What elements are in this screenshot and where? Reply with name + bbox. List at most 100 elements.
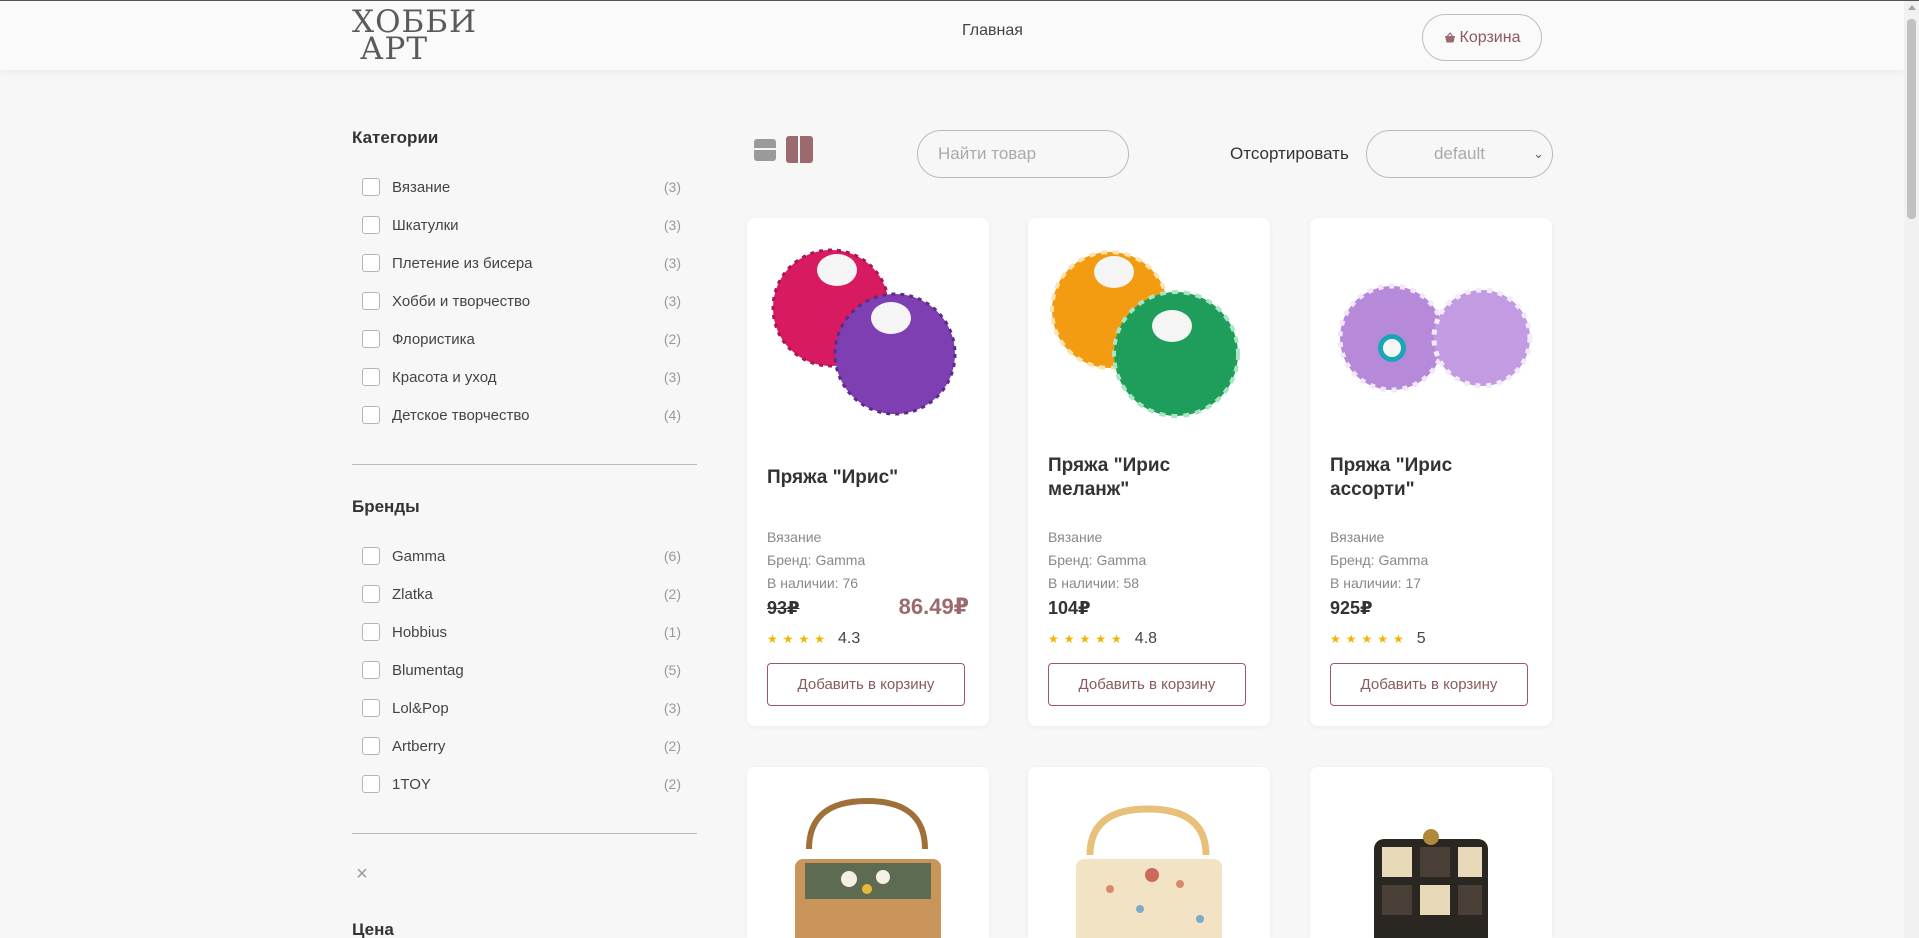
sort-select[interactable]: default ⌄: [1366, 130, 1553, 178]
category-label: Шкатулки: [392, 216, 459, 234]
category-count: (3): [663, 217, 681, 233]
search-input[interactable]: [917, 130, 1129, 178]
brand-label: Hobbius: [392, 623, 448, 641]
basket-icon: [1444, 32, 1455, 43]
brand-item-gamma[interactable]: Gamma (6): [352, 537, 697, 575]
brand-count: (2): [663, 776, 681, 792]
chevron-down-icon: ⌄: [1533, 146, 1544, 161]
add-to-cart-button[interactable]: Добавить в корзину: [1048, 663, 1246, 706]
product-image-dark-box[interactable]: [1322, 779, 1540, 938]
scroll-thumb[interactable]: [1907, 19, 1916, 219]
category-checkbox[interactable]: [362, 254, 380, 272]
category-label: Флористика: [392, 330, 475, 348]
category-item-beading[interactable]: Плетение из бисера (3): [352, 244, 697, 282]
grid-view-icon[interactable]: [786, 136, 813, 163]
category-checkbox[interactable]: [362, 292, 380, 310]
product-brand: Бренд: Gamma: [1330, 552, 1429, 568]
product-title[interactable]: Пряжа "Ирис": [767, 466, 972, 490]
category-checkbox[interactable]: [362, 216, 380, 234]
product-card[interactable]: [1310, 767, 1552, 938]
category-count: (3): [663, 369, 681, 385]
product-image-yarn-pink-purple[interactable]: [759, 230, 977, 430]
rating-value: 5: [1416, 630, 1426, 647]
star-rating-icon: ★★★★★: [1048, 632, 1127, 646]
product-stock: В наличии: 58: [1048, 575, 1140, 591]
brand-item-lolpop[interactable]: Lol&Pop (3): [352, 689, 697, 727]
product-stock: В наличии: 76: [767, 575, 859, 591]
brand-label: Blumentag: [392, 661, 464, 679]
category-item-floristry[interactable]: Флористика (2): [352, 320, 697, 358]
cart-label: Корзина: [1459, 28, 1521, 46]
product-card[interactable]: [747, 767, 989, 938]
product-sale-price: 86.49₽: [898, 594, 969, 619]
product-category: Вязание: [767, 529, 822, 545]
add-to-cart-button[interactable]: Добавить в корзину: [767, 663, 965, 706]
brand-checkbox[interactable]: [362, 775, 380, 793]
brand-checkbox[interactable]: [362, 661, 380, 679]
brand-item-hobbius[interactable]: Hobbius (1): [352, 613, 697, 651]
page-scrollbar[interactable]: [1904, 1, 1919, 938]
category-item-kids[interactable]: Детское творчество (4): [352, 396, 697, 434]
add-to-cart-button[interactable]: Добавить в корзину: [1330, 663, 1528, 706]
brands-list: Gamma (6) Zlatka (2) Hobbius (1) Blument…: [352, 537, 697, 803]
sort-label: Отсортировать: [1230, 144, 1349, 163]
brand-label: Gamma: [392, 547, 446, 565]
product-card[interactable]: Пряжа "Ирис" Вязание Бренд: Gamma В нали…: [747, 218, 989, 726]
product-stock: В наличии: 17: [1330, 575, 1422, 591]
product-image-yarn-lilac[interactable]: [1322, 230, 1540, 430]
category-checkbox[interactable]: [362, 368, 380, 386]
category-label: Плетение из бисера: [392, 254, 533, 272]
brand-item-1toy[interactable]: 1TOY (2): [352, 765, 697, 803]
brand-item-artberry[interactable]: Artberry (2): [352, 727, 697, 765]
brand-label: Lol&Pop: [392, 699, 449, 717]
category-item-boxes[interactable]: Шкатулки (3): [352, 206, 697, 244]
product-rating: ★★★★★ 4.8: [1048, 630, 1157, 648]
brand-count: (1): [663, 624, 681, 640]
product-image-floral-box[interactable]: [1040, 779, 1258, 938]
product-card[interactable]: Пряжа "Ирис меланж" Вязание Бренд: Gamma…: [1028, 218, 1270, 726]
product-brand: Бренд: Gamma: [767, 552, 866, 568]
product-old-price: 93₽: [767, 598, 800, 618]
category-item-knitting[interactable]: Вязание (3): [352, 168, 697, 206]
product-price: 104₽: [1048, 598, 1091, 618]
price-title: Цена: [352, 920, 394, 938]
product-title[interactable]: Пряжа "Ирис ассорти": [1330, 454, 1535, 502]
clear-filters-close-icon[interactable]: ×: [352, 864, 372, 884]
category-checkbox[interactable]: [362, 178, 380, 196]
brand-checkbox[interactable]: [362, 547, 380, 565]
product-card[interactable]: Пряжа "Ирис ассорти" Вязание Бренд: Gamm…: [1310, 218, 1552, 726]
filters-sidebar: Категории Вязание (3) Шкатулки (3) Плете…: [352, 128, 697, 866]
logo[interactable]: ХОББИ АРТ: [352, 7, 476, 67]
category-item-beauty[interactable]: Красота и уход (3): [352, 358, 697, 396]
brand-checkbox[interactable]: [362, 737, 380, 755]
categories-title: Категории: [352, 128, 439, 147]
logo-line-2: АРТ: [360, 31, 429, 67]
brand-item-zlatka[interactable]: Zlatka (2): [352, 575, 697, 613]
rating-value: 4.8: [1134, 630, 1158, 647]
site-header: ХОББИ АРТ Главная Корзина: [0, 1, 1904, 70]
sort-selected-value: default: [1433, 144, 1486, 163]
list-view-icon[interactable]: [754, 139, 776, 161]
brand-count: (3): [663, 700, 681, 716]
category-count: (3): [663, 179, 681, 195]
product-category: Вязание: [1048, 529, 1103, 545]
brand-checkbox[interactable]: [362, 699, 380, 717]
brand-item-blumentag[interactable]: Blumentag (5): [352, 651, 697, 689]
product-image-yarn-orange-green[interactable]: [1040, 230, 1258, 430]
brand-checkbox[interactable]: [362, 623, 380, 641]
category-checkbox[interactable]: [362, 330, 380, 348]
brand-checkbox[interactable]: [362, 585, 380, 603]
category-item-hobby[interactable]: Хобби и творчество (3): [352, 282, 697, 320]
brand-count: (6): [663, 548, 681, 564]
product-card[interactable]: [1028, 767, 1270, 938]
product-title[interactable]: Пряжа "Ирис меланж": [1048, 454, 1253, 502]
nav-home-link[interactable]: Главная: [962, 22, 1023, 40]
star-rating-icon: ★★★★★: [1330, 632, 1409, 646]
scroll-up-arrow-icon[interactable]: [1908, 5, 1916, 10]
cart-button[interactable]: Корзина: [1422, 14, 1542, 61]
category-checkbox[interactable]: [362, 406, 380, 424]
product-image-wicker-box[interactable]: [759, 779, 977, 938]
product-brand: Бренд: Gamma: [1048, 552, 1147, 568]
category-count: (2): [663, 331, 681, 347]
category-label: Красота и уход: [392, 368, 497, 386]
